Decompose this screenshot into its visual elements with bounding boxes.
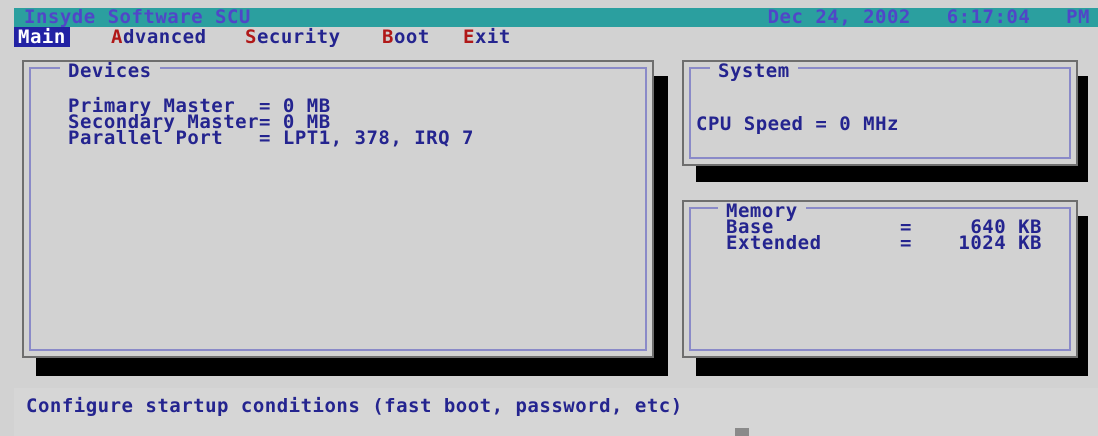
app-title: Insyde Software SCU bbox=[24, 8, 251, 27]
menu-item-advanced[interactable]: Advanced bbox=[111, 27, 207, 47]
cpu-speed-row: CPU Speed = 0 MHz bbox=[696, 113, 899, 135]
system-panel-title: System bbox=[710, 62, 798, 81]
menu-item-boot[interactable]: Boot bbox=[382, 27, 430, 47]
text-cursor bbox=[735, 428, 749, 436]
menu-exit-hotkey: E bbox=[463, 26, 475, 48]
clock-time: 6:17:04 bbox=[946, 8, 1031, 27]
memory-panel: Memory Base = 640 KB Extended = 1024 KB bbox=[682, 200, 1078, 358]
system-panel-shadow-bottom bbox=[696, 166, 1088, 182]
menu-item-security[interactable]: Security bbox=[245, 27, 341, 47]
devices-panel-title: Devices bbox=[60, 62, 160, 81]
memory-panel-shadow-bottom bbox=[696, 358, 1088, 376]
bios-screen: Insyde Software SCU Dec 24, 2002 6:17:04… bbox=[0, 0, 1098, 436]
parallel-port-row: Parallel Port = LPT1, 378, IRQ 7 bbox=[68, 127, 474, 149]
menu-item-main[interactable]: Main bbox=[14, 27, 70, 47]
title-bar: Insyde Software SCU Dec 24, 2002 6:17:04… bbox=[14, 8, 1098, 27]
menu-advanced-label: dvanced bbox=[122, 26, 207, 48]
menu-item-exit[interactable]: Exit bbox=[463, 27, 511, 47]
devices-panel-shadow-right bbox=[654, 76, 668, 376]
memory-extended-value: 1024 KB bbox=[958, 232, 1042, 254]
system-panel-shadow-right bbox=[1078, 76, 1088, 182]
menu-main-label: ain bbox=[29, 26, 66, 48]
menu-exit-label: xit bbox=[474, 26, 511, 48]
memory-extended-label: Extended bbox=[726, 232, 822, 254]
menu-bar: Main Advanced Security Boot Exit bbox=[14, 27, 1098, 47]
menu-boot-hotkey: B bbox=[382, 26, 394, 48]
devices-panel-shadow-bottom bbox=[36, 358, 668, 376]
clock-ampm: PM bbox=[1066, 8, 1090, 27]
menu-security-label: ecurity bbox=[256, 26, 341, 48]
menu-main-hotkey: M bbox=[18, 26, 30, 48]
memory-extended-equals: = bbox=[900, 232, 912, 254]
menu-boot-label: oot bbox=[393, 26, 430, 48]
clock-date: Dec 24, 2002 bbox=[767, 8, 911, 27]
status-help-text: Configure startup conditions (fast boot,… bbox=[26, 395, 683, 417]
memory-panel-shadow-right bbox=[1078, 216, 1088, 376]
menu-advanced-hotkey: A bbox=[111, 26, 123, 48]
system-panel: System CPU Speed = 0 MHz bbox=[682, 60, 1078, 166]
menu-security-hotkey: S bbox=[245, 26, 257, 48]
clock: Dec 24, 2002 6:17:04 PM bbox=[768, 8, 1090, 27]
devices-panel: Devices Primary Master = 0 MB Secondary … bbox=[22, 60, 654, 358]
